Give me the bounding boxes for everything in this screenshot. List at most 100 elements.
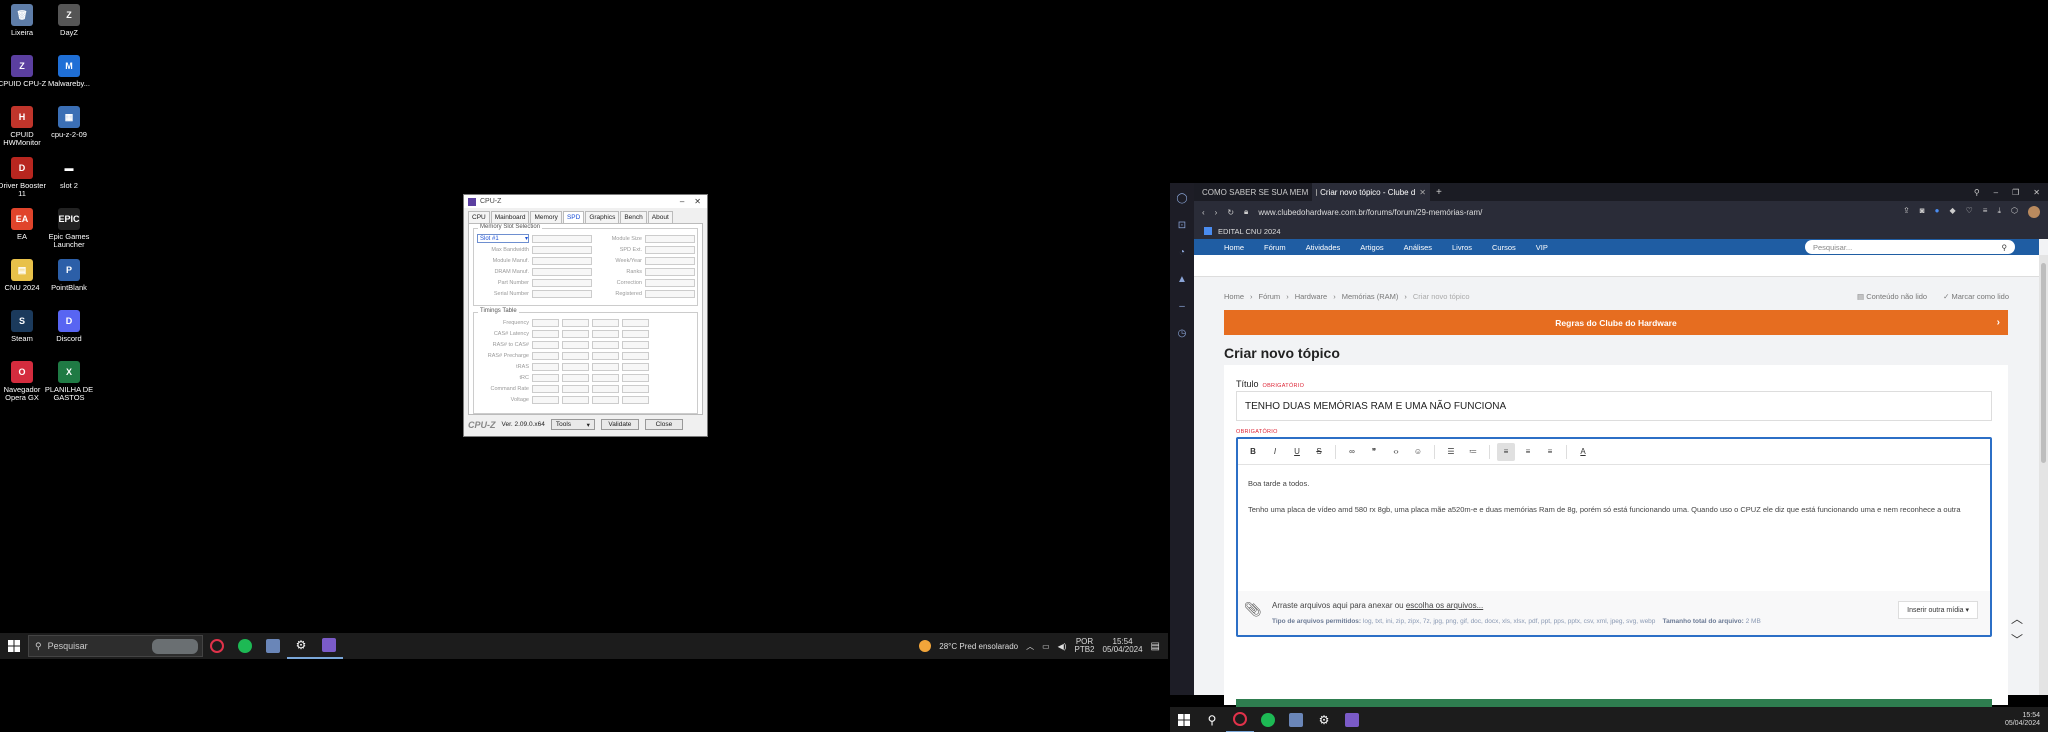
minimize-icon[interactable]: – (680, 197, 684, 206)
tab-graphics[interactable]: Graphics (585, 211, 620, 223)
desktop-icon[interactable]: Z CPUID CPU-Z (0, 55, 48, 88)
taskbar-cpuz[interactable] (315, 633, 343, 659)
close-icon[interactable]: ✕ (2033, 188, 2040, 197)
notification-icon[interactable]: ▤ (1151, 641, 1160, 652)
network-icon[interactable]: ▭ (1042, 642, 1050, 651)
breadcrumb-item[interactable]: Memórias (RAM) (1342, 292, 1399, 301)
heart-icon[interactable]: ♡ (1966, 206, 1973, 218)
taskbar-opera-gx[interactable] (203, 633, 231, 659)
nav-link[interactable]: Livros (1452, 243, 1472, 252)
camera-icon[interactable]: ◙ (1920, 206, 1925, 218)
title-input[interactable]: TENHO DUAS MEMÓRIAS RAM E UMA NÃO FUNCIO… (1236, 391, 1992, 421)
attachment-area[interactable]: 📎︎ Arraste arquivos aqui para anexar ou … (1238, 591, 1990, 635)
taskbar-hwmonitor[interactable] (259, 633, 287, 659)
desktop-icon[interactable]: X PLANILHA DE GASTOS (43, 361, 95, 402)
chevron-down-icon[interactable]: ﹀ (2011, 631, 2023, 648)
desktop-icon[interactable]: EPIC Epic Games Launcher (43, 208, 95, 249)
forward-icon[interactable]: › (1215, 208, 1218, 217)
italic-button[interactable]: I (1266, 443, 1284, 461)
nav-link[interactable]: Análises (1404, 243, 1432, 252)
search-icon[interactable]: ⚲ (2002, 243, 2008, 252)
tab-mainboard[interactable]: Mainboard (490, 211, 530, 223)
back-icon[interactable]: ‹ (1202, 208, 1205, 217)
desktop-icon[interactable]: ▬ slot 2 (43, 157, 95, 190)
desktop-icon[interactable]: H CPUID HWMonitor (0, 106, 48, 147)
taskbar-settings[interactable]: ⚙ (287, 633, 315, 659)
desktop-icon[interactable]: EA EA (0, 208, 48, 241)
tools-button[interactable]: Tools ▾ (550, 419, 595, 430)
bold-button[interactable]: B (1244, 443, 1262, 461)
strikethrough-button[interactable]: S (1310, 443, 1328, 461)
site-search-input[interactable]: Pesquisar... ⚲ (1805, 240, 2015, 254)
nav-link[interactable]: Atividades (1306, 243, 1341, 252)
cube-icon[interactable]: ⬡ (2011, 206, 2018, 218)
align-center-icon[interactable]: ≡ (1519, 443, 1537, 461)
taskbar-settings[interactable]: ⚙ (1310, 707, 1338, 732)
link-icon[interactable]: ∞ (1343, 443, 1361, 461)
taskbar-hwmonitor[interactable] (1282, 707, 1310, 732)
rules-banner[interactable]: Regras do Clube do Hardware › (1224, 310, 2008, 335)
desktop-icon[interactable]: D Discord (43, 310, 95, 343)
browser-tab[interactable]: Criar novo tópico - Clube d ✕ (1312, 183, 1430, 201)
insert-media-button[interactable]: Inserir outra mídia ▾ (1898, 601, 1978, 619)
taskbar-spotify[interactable] (231, 633, 259, 659)
desktop-icon[interactable]: S Steam (0, 310, 48, 343)
align-right-icon[interactable]: ≡ (1541, 443, 1559, 461)
opera-logo-icon[interactable]: ◯ (1176, 193, 1187, 204)
mark-read-link[interactable]: ✓ Marcar como lido (1943, 292, 2009, 301)
avatar[interactable] (2028, 206, 2040, 218)
chevron-up-icon[interactable]: ︿ (1026, 641, 1034, 652)
nav-link[interactable]: Artigos (1360, 243, 1383, 252)
desktop-icon[interactable]: O Navegador Opera GX (0, 361, 48, 402)
aria-icon[interactable]: ▲ (1177, 274, 1187, 285)
start-button[interactable] (0, 633, 28, 659)
validate-button[interactable]: Validate (600, 419, 639, 430)
tab-bench[interactable]: Bench (620, 211, 647, 223)
gamepad-icon[interactable]: ⊡ (1178, 220, 1186, 231)
minimize-icon[interactable]: – (1994, 188, 1998, 197)
nav-link[interactable]: Cursos (1492, 243, 1516, 252)
desktop-icon[interactable]: Z DayZ (43, 4, 95, 37)
desktop-icon[interactable]: M Malwareby... (43, 55, 95, 88)
choose-files-link[interactable]: escolha os arquivos... (1406, 601, 1483, 610)
taskbar-cpuz[interactable] (1338, 707, 1366, 732)
cpuz-titlebar[interactable]: CPU-Z – ✕ (464, 195, 707, 208)
shield-icon[interactable]: ● (1935, 206, 1940, 218)
page-scrollbar[interactable] (2039, 255, 2048, 695)
breadcrumb-item[interactable]: Home (1224, 292, 1244, 301)
chevron-up-icon[interactable]: ︿ (2011, 610, 2023, 627)
url-field[interactable]: www.clubedohardware.com.br/forums/forum/… (1258, 208, 1482, 217)
tab-spd[interactable]: SPD (562, 211, 585, 223)
bullet-list-icon[interactable]: ☰ (1442, 443, 1460, 461)
numbered-list-icon[interactable]: ≔ (1464, 443, 1482, 461)
new-tab-icon[interactable]: + (1430, 187, 1442, 198)
share-icon[interactable]: ⇪ (1903, 206, 1910, 218)
desktop-icon[interactable]: 🗑 Lixeira (0, 4, 48, 37)
tab-cpu[interactable]: CPU (468, 211, 490, 223)
align-left-icon[interactable]: ≡ (1497, 442, 1515, 461)
slot-select[interactable]: Slot #1 ▾ (477, 234, 529, 243)
code-icon[interactable]: ‹› (1387, 443, 1405, 461)
speed-dial-icon[interactable]: ◔ (1179, 247, 1185, 258)
desktop-icon[interactable]: ▦ cpu-z-2-09 (43, 106, 95, 139)
reload-icon[interactable]: ↻ (1227, 208, 1234, 217)
taskbar-search-button[interactable]: ⚲ (1198, 707, 1226, 732)
text-color-icon[interactable]: A (1574, 443, 1592, 461)
breadcrumb-item[interactable]: Fórum (1259, 292, 1281, 301)
menu-icon[interactable]: ≡ (1983, 206, 1988, 218)
desktop-icon[interactable]: D Driver Booster 11 (0, 157, 48, 198)
quote-icon[interactable]: ❞ (1365, 443, 1383, 461)
clock[interactable]: 15:54 05/04/2024 (2005, 712, 2048, 728)
download-icon[interactable]: ⤓ (1997, 206, 2001, 218)
underline-button[interactable]: U (1288, 443, 1306, 461)
browser-tab[interactable]: COMO SABER SE SUA MEM✕ (1194, 183, 1312, 201)
taskbar-spotify[interactable] (1254, 707, 1282, 732)
nav-link[interactable]: VIP (1536, 243, 1548, 252)
close-icon[interactable]: ✕ (694, 197, 701, 206)
tab-about[interactable]: About (647, 211, 673, 223)
search-tabs-icon[interactable]: ⚲ (1974, 188, 1980, 197)
taskbar-opera-gx[interactable] (1226, 707, 1254, 732)
desktop-icon[interactable]: ▤ CNU 2024 (0, 259, 48, 292)
nav-link[interactable]: Fórum (1264, 243, 1286, 252)
nav-link[interactable]: Home (1224, 243, 1244, 252)
